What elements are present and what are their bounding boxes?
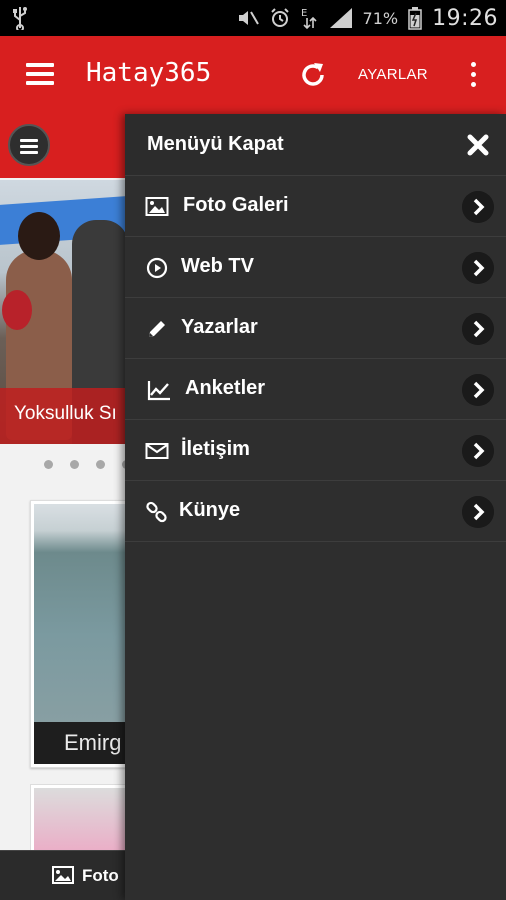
- play-circle-icon: [146, 257, 168, 279]
- app-bar: Hatay365 AYARLAR: [0, 36, 506, 114]
- menu-item-anketler[interactable]: Anketler: [125, 359, 506, 420]
- image-icon: [52, 866, 74, 884]
- news-card-caption: Emirg: [64, 730, 122, 755]
- overflow-menu-icon[interactable]: [468, 62, 478, 90]
- menu-item-label: Anketler: [185, 377, 266, 399]
- settings-button[interactable]: AYARLAR: [358, 66, 428, 83]
- menu-item-iletisim[interactable]: İletişim: [125, 420, 506, 481]
- bottom-tab-label[interactable]: Foto: [82, 866, 119, 886]
- data-transfer-icon: E: [301, 8, 317, 30]
- menu-item-label: Web TV: [181, 255, 254, 277]
- navigation-drawer: Menüyü Kapat Foto Galeri Web TV Yazarlar: [125, 114, 506, 900]
- mute-icon: [238, 11, 259, 25]
- chevron-right-icon: [462, 496, 494, 528]
- clock: 19:26: [432, 5, 498, 31]
- signal-icon: [329, 8, 352, 28]
- menu-item-foto-galeri[interactable]: Foto Galeri: [125, 176, 506, 237]
- menu-item-label: Foto Galeri: [183, 194, 289, 216]
- close-icon[interactable]: [464, 131, 492, 159]
- menu-item-kunye[interactable]: Künye: [125, 481, 506, 542]
- line-chart-icon: [147, 381, 170, 401]
- chevron-right-icon: [462, 313, 494, 345]
- chevron-right-icon: [462, 191, 494, 223]
- inner-menu-button[interactable]: [8, 124, 50, 166]
- link-icon: [146, 501, 167, 523]
- menu-item-yazarlar[interactable]: Yazarlar: [125, 298, 506, 359]
- pencil-icon: [149, 321, 165, 337]
- chevron-right-icon: [462, 435, 494, 467]
- slider-pagination: [44, 460, 131, 469]
- image-icon: [145, 197, 169, 216]
- status-bar: E 71% 19:26: [0, 0, 506, 36]
- alarm-icon: [270, 8, 289, 27]
- hamburger-menu-icon[interactable]: [26, 63, 54, 85]
- usb-icon: [13, 7, 27, 30]
- refresh-icon[interactable]: [298, 60, 328, 90]
- menu-item-label: Künye: [179, 499, 241, 521]
- chevron-right-icon: [462, 252, 494, 284]
- battery-percent: 71%: [362, 8, 399, 28]
- chevron-right-icon: [462, 374, 494, 406]
- close-menu-row[interactable]: Menüyü Kapat: [125, 114, 506, 176]
- svg-text:E: E: [301, 8, 307, 19]
- close-menu-label: Menüyü Kapat: [147, 133, 284, 155]
- menu-item-label: İletişim: [181, 438, 250, 460]
- menu-item-web-tv[interactable]: Web TV: [125, 237, 506, 298]
- envelope-icon: [145, 443, 169, 459]
- menu-item-label: Yazarlar: [181, 316, 258, 338]
- battery-icon: [408, 7, 422, 30]
- app-title: Hatay365: [86, 58, 212, 88]
